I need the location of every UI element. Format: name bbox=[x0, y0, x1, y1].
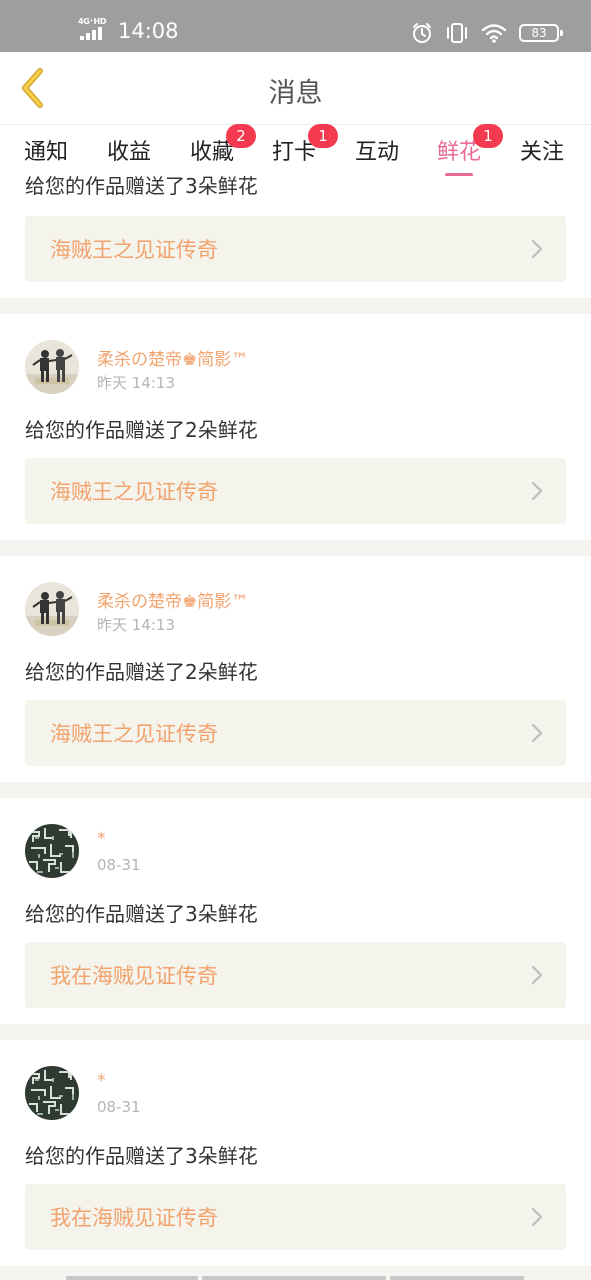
tab-following[interactable]: 关注 bbox=[520, 134, 564, 166]
chevron-right-icon bbox=[531, 965, 543, 985]
work-title: 海贼王之见证传奇 bbox=[50, 480, 218, 504]
chevron-right-icon bbox=[531, 723, 543, 743]
tab-earnings[interactable]: 收益 bbox=[107, 134, 151, 166]
gesture-bar[interactable] bbox=[66, 1276, 524, 1280]
user-name[interactable]: * bbox=[97, 1071, 106, 1091]
work-title: 我在海贼见证传奇 bbox=[50, 964, 218, 988]
network-type: 4G⁺HD bbox=[78, 17, 107, 26]
chevron-right-icon bbox=[531, 239, 543, 259]
tab-interactions[interactable]: 互动 bbox=[355, 134, 399, 166]
tab-label: 通知 bbox=[24, 140, 69, 165]
status-bar: 4G⁺HD 14:08 83 bbox=[0, 0, 591, 52]
tab-label: 收藏 bbox=[190, 140, 235, 165]
tab-favorites[interactable]: 收藏 2 bbox=[190, 124, 257, 166]
work-title: 海贼王之见证传奇 bbox=[50, 238, 218, 262]
user-pattern-image bbox=[25, 824, 79, 878]
flower-message-card: * 08-31 给您的作品赠送了3朵鲜花 我在海贼见证传奇 bbox=[0, 1040, 591, 1266]
avatar[interactable] bbox=[25, 340, 79, 394]
unread-badge: 2 bbox=[226, 124, 257, 148]
message-time: 昨天 14:13 bbox=[97, 616, 175, 634]
signal-icon: 4G⁺HD bbox=[78, 17, 112, 40]
work-title: 我在海贼见证传奇 bbox=[50, 1206, 218, 1230]
work-link[interactable]: 我在海贼见证传奇 bbox=[25, 942, 566, 1008]
flower-message-card: 柔杀の楚帝♚简影™ 昨天 14:13 给您的作品赠送了2朵鲜花 海贼王之见证传奇 bbox=[0, 314, 591, 540]
user-photo bbox=[25, 340, 79, 394]
unread-badge: 1 bbox=[308, 124, 339, 148]
status-time: 14:08 bbox=[118, 19, 179, 43]
flower-message-list[interactable]: 给您的作品赠送了3朵鲜花 海贼王之见证传奇 柔杀の楚帝♚简影™ 昨天 14:13… bbox=[0, 176, 591, 1280]
tab-label: 互动 bbox=[355, 140, 400, 165]
battery-icon: 83 bbox=[519, 24, 563, 42]
work-title: 海贼王之见证传奇 bbox=[50, 722, 218, 746]
unread-badge: 1 bbox=[473, 124, 504, 148]
avatar[interactable] bbox=[25, 582, 79, 636]
user-name[interactable]: 柔杀の楚帝♚简影™ bbox=[97, 345, 248, 370]
flower-message-card: 柔杀の楚帝♚简影™ 昨天 14:13 给您的作品赠送了2朵鲜花 海贼王之见证传奇 bbox=[0, 556, 591, 782]
user-photo bbox=[25, 582, 79, 636]
message-text: 给您的作品赠送了2朵鲜花 bbox=[25, 660, 258, 684]
tab-label: 收益 bbox=[107, 140, 152, 165]
tab-label: 关注 bbox=[520, 140, 565, 165]
work-link[interactable]: 我在海贼见证传奇 bbox=[25, 1184, 566, 1250]
chevron-right-icon bbox=[531, 481, 543, 501]
tab-checkin[interactable]: 打卡 1 bbox=[272, 124, 339, 166]
avatar[interactable] bbox=[25, 1066, 79, 1120]
flower-message-card: * 08-31 给您的作品赠送了3朵鲜花 我在海贼见证传奇 bbox=[0, 798, 591, 1024]
message-text: 给您的作品赠送了3朵鲜花 bbox=[25, 1144, 258, 1168]
header: 消息 bbox=[0, 52, 591, 124]
tab-notifications[interactable]: 通知 bbox=[24, 134, 68, 166]
vibrate-icon bbox=[447, 23, 467, 43]
message-time: 08-31 bbox=[97, 1098, 141, 1116]
flower-message-card: 给您的作品赠送了3朵鲜花 海贼王之见证传奇 bbox=[0, 176, 591, 298]
message-time: 08-31 bbox=[97, 856, 141, 874]
tab-label: 鲜花 bbox=[437, 140, 482, 165]
alarm-icon bbox=[413, 23, 431, 43]
tab-flowers[interactable]: 鲜花 1 bbox=[437, 124, 504, 177]
message-text: 给您的作品赠送了3朵鲜花 bbox=[25, 902, 258, 926]
work-link[interactable]: 海贼王之见证传奇 bbox=[25, 216, 566, 282]
message-text: 给您的作品赠送了3朵鲜花 bbox=[25, 176, 258, 198]
wifi-icon bbox=[481, 24, 507, 43]
user-name[interactable]: 柔杀の楚帝♚简影™ bbox=[97, 587, 248, 612]
avatar[interactable] bbox=[25, 824, 79, 878]
message-text: 给您的作品赠送了2朵鲜花 bbox=[25, 418, 258, 442]
user-name[interactable]: * bbox=[97, 829, 106, 849]
work-link[interactable]: 海贼王之见证传奇 bbox=[25, 700, 566, 766]
work-link[interactable]: 海贼王之见证传奇 bbox=[25, 458, 566, 524]
user-pattern-image bbox=[25, 1066, 79, 1120]
message-time: 昨天 14:13 bbox=[97, 374, 175, 392]
message-tabs: 通知 收益 收藏 2 打卡 1 互动 鲜花 1 关注 bbox=[0, 124, 591, 177]
page-title: 消息 bbox=[268, 78, 323, 109]
tab-label: 打卡 bbox=[272, 140, 317, 165]
chevron-right-icon bbox=[531, 1207, 543, 1227]
